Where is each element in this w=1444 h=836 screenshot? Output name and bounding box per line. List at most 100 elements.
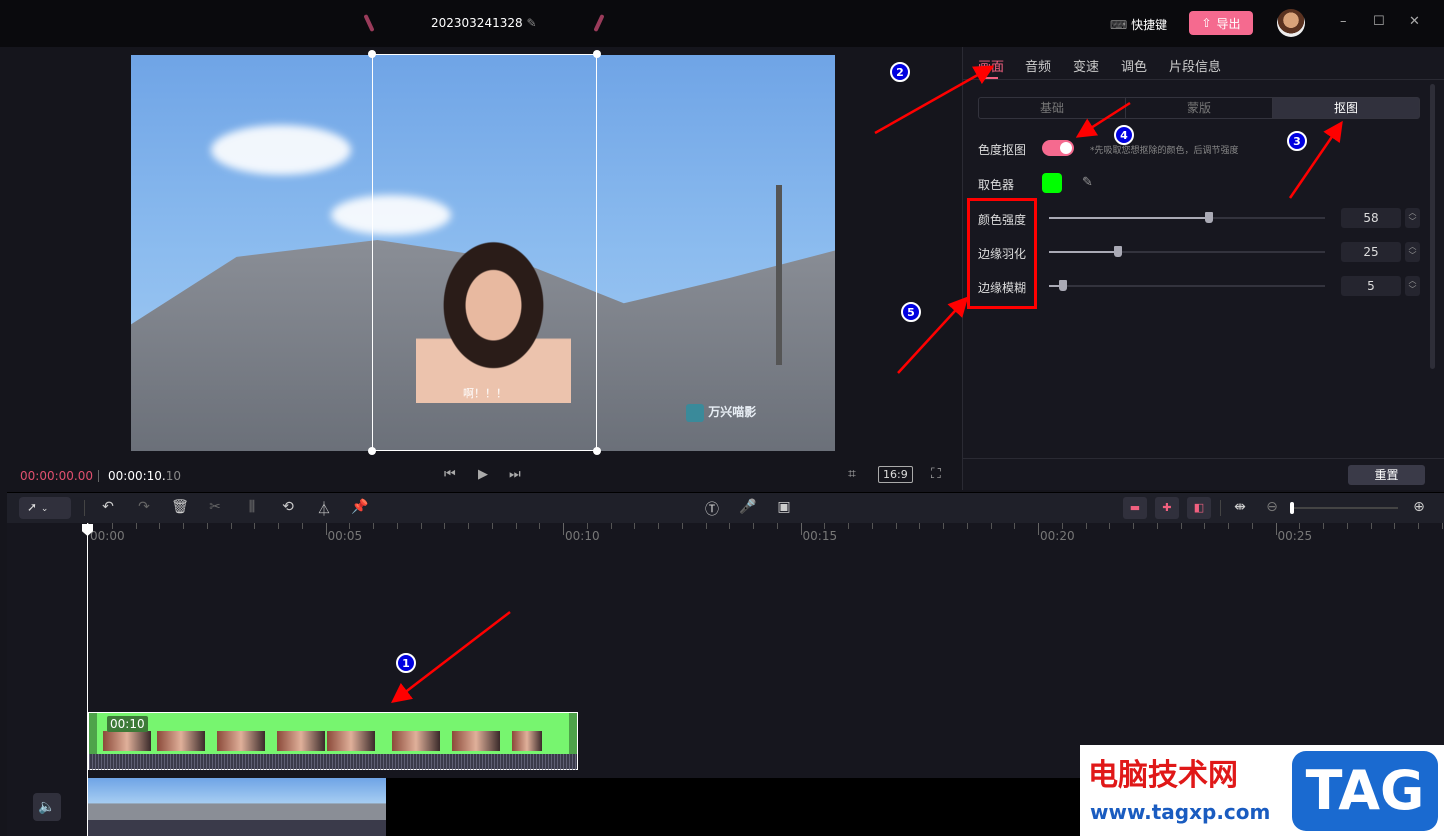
cursor-icon: ➚ — [27, 500, 38, 514]
ruler-tick — [1394, 523, 1396, 529]
eyedropper-icon[interactable]: ✎ — [1082, 175, 1093, 190]
next-frame-button[interactable]: ⏭ — [509, 467, 521, 482]
edge-blur-stepper[interactable]: ︿ ﹀ — [1405, 276, 1420, 296]
select-tool-dropdown[interactable]: ➚ ⌄ — [19, 497, 71, 519]
ruler-label: 00:05 — [327, 529, 363, 543]
ruler-tick — [1133, 523, 1134, 529]
resize-handle[interactable] — [593, 447, 601, 455]
ruler-tick — [396, 523, 398, 529]
export-label: 导出 — [1216, 16, 1241, 31]
timeline-ruler[interactable]: 00:00 00:05 00:10 00:15 00:20 00:25 — [7, 523, 1444, 548]
speaker-icon: 🔈 — [38, 799, 56, 815]
ruler-tick — [515, 523, 517, 529]
tab-picture[interactable]: 画面 — [978, 56, 1004, 75]
background-video-clip[interactable] — [88, 778, 386, 836]
edit-icon[interactable]: ✎ — [526, 16, 536, 30]
cut-icon[interactable]: ✂ — [206, 499, 224, 515]
ruler-tick — [1418, 523, 1419, 529]
resize-handle[interactable] — [368, 50, 376, 58]
close-button[interactable]: ✕ — [1409, 14, 1420, 29]
color-strength-slider[interactable] — [1049, 212, 1325, 223]
panel-scrollbar[interactable] — [1430, 84, 1435, 369]
ruler-tick — [1323, 523, 1324, 529]
ruler-tick — [729, 523, 731, 529]
edge-feather-stepper[interactable]: ︿ ﹀ — [1405, 242, 1420, 262]
green-screen-clip[interactable]: 00:10 — [88, 712, 578, 770]
edge-blur-input[interactable]: 5 — [1341, 276, 1401, 296]
microphone-icon[interactable]: 🎤 — [739, 499, 757, 515]
tab-color[interactable]: 调色 — [1121, 56, 1147, 75]
export-button[interactable]: ⇧ 导出 — [1189, 11, 1253, 35]
tab-speed[interactable]: 变速 — [1073, 56, 1099, 75]
maximize-button[interactable]: ☐ — [1373, 14, 1385, 29]
subtab-mask[interactable]: 蒙版 — [1126, 98, 1273, 118]
chroma-key-label: 色度抠图 — [978, 143, 1027, 157]
ruler-label: 00:15 — [802, 529, 838, 543]
marker-icon[interactable]: ◧ — [1187, 497, 1211, 519]
resize-handle[interactable] — [368, 447, 376, 455]
subtab-cutout[interactable]: 抠图 — [1273, 98, 1419, 118]
ruler-tick — [420, 523, 422, 529]
play-button[interactable]: ▶ — [478, 467, 488, 482]
resize-handle[interactable] — [593, 50, 601, 58]
tab-clip-info[interactable]: 片段信息 — [1169, 56, 1221, 75]
edge-feather-slider[interactable] — [1049, 246, 1325, 257]
delete-icon[interactable]: 🗑 — [171, 499, 189, 515]
selection-box[interactable] — [372, 54, 597, 451]
split-icon[interactable]: ⫼ — [243, 499, 261, 515]
ruler-tick — [1085, 523, 1087, 529]
reverse-icon[interactable]: ⟲ — [279, 499, 297, 515]
pin-icon[interactable]: 📌 — [351, 499, 369, 515]
project-name[interactable]: 202303241328 ✎ — [431, 16, 537, 30]
mirror-icon[interactable]: ⏃ — [315, 499, 333, 519]
minimize-button[interactable]: – — [1340, 14, 1347, 29]
undo-icon[interactable]: ↶ — [99, 499, 117, 515]
subtab-basic[interactable]: 基础 — [979, 98, 1126, 118]
watermark-logo: TAG — [1292, 751, 1438, 831]
edge-blur-slider[interactable] — [1049, 280, 1325, 291]
ruler-tick — [183, 523, 184, 529]
chroma-key-toggle[interactable] — [1042, 140, 1074, 156]
playhead-line[interactable] — [87, 523, 88, 836]
ruler-tick — [325, 523, 327, 535]
zoom-in-icon[interactable]: ⊕ — [1410, 499, 1428, 515]
ruler-tick — [206, 523, 208, 529]
shortcut-button[interactable]: ⌨ 快捷键 — [1110, 16, 1167, 33]
avatar[interactable] — [1277, 9, 1305, 37]
ruler-label: 00:00 — [90, 529, 125, 543]
redo-icon[interactable]: ↷ — [135, 499, 153, 515]
timeline-zoom-slider[interactable] — [1290, 502, 1398, 514]
annotation-highlight-box — [967, 198, 1037, 309]
ruler-tick — [1038, 523, 1039, 535]
fit-timeline-icon[interactable]: ⇼ — [1231, 499, 1249, 515]
ruler-tick — [1228, 523, 1229, 529]
prev-frame-button[interactable]: ⏮ — [444, 467, 456, 482]
divider — [962, 458, 1444, 459]
tab-audio[interactable]: 音频 — [1025, 56, 1051, 75]
zoom-out-icon[interactable]: ⊖ — [1263, 499, 1281, 515]
picked-color-swatch[interactable] — [1042, 173, 1062, 193]
video-watermark: 万兴喵影 — [686, 403, 756, 422]
fullscreen-icon[interactable]: ⛶ — [931, 466, 941, 482]
edge-feather-input[interactable]: 25 — [1341, 242, 1401, 262]
link-icon[interactable]: ✚ — [1155, 497, 1179, 519]
aspect-ratio-button[interactable]: 16:9 — [878, 466, 913, 483]
record-camera-icon[interactable]: ▣ — [775, 499, 793, 515]
audio-waveform — [89, 754, 577, 770]
track-mute-button[interactable]: 🔈 — [33, 793, 61, 821]
ruler-label: 00:20 — [1040, 529, 1075, 543]
ruler-tick — [468, 523, 469, 529]
ruler-tick — [658, 523, 659, 529]
text-icon[interactable]: Ⓣ — [703, 499, 721, 519]
ruler-tick — [1204, 523, 1206, 529]
color-strength-stepper[interactable]: ︿ ﹀ — [1405, 208, 1420, 228]
snap-icon[interactable]: ▬ — [1123, 497, 1147, 519]
total-time: 00:00:10.10 — [108, 469, 181, 483]
ruler-tick — [539, 523, 541, 529]
ruler-tick — [301, 523, 303, 529]
color-strength-input[interactable]: 58 — [1341, 208, 1401, 228]
ruler-tick — [681, 523, 683, 529]
ruler-tick — [753, 523, 754, 529]
reset-button[interactable]: 重置 — [1348, 465, 1425, 485]
crop-icon[interactable]: ⌗ — [848, 466, 856, 482]
